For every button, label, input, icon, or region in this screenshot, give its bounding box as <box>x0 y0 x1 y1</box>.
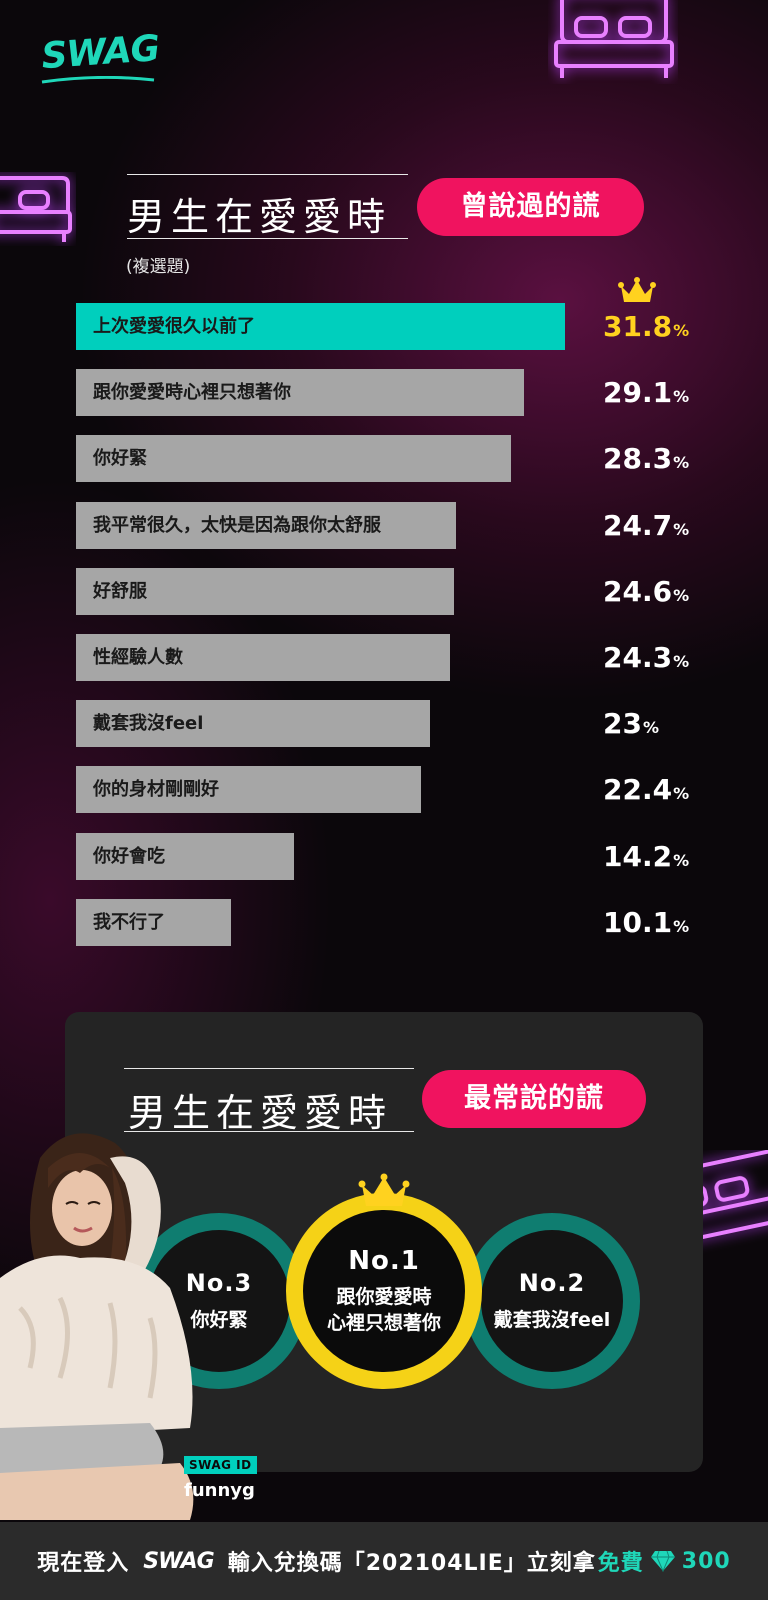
footer-amount: 300 <box>681 1548 731 1574</box>
bar-value-9: 10.1 <box>603 906 673 939</box>
bar-value-1: 29.1 <box>603 376 673 409</box>
bar-value-unit: % <box>673 520 690 539</box>
swag-id-name: funnyg <box>184 1480 255 1501</box>
bar-value-4: 24.6 <box>603 575 673 608</box>
section1-title: 男生在愛愛時 <box>127 195 392 239</box>
bar-value-8: 14.2 <box>603 840 673 873</box>
rank-2-text: 戴套我沒feel <box>493 1309 611 1331</box>
bar-value-unit: % <box>673 917 690 936</box>
rank-1-label: No.1 <box>348 1246 420 1276</box>
bar-9: 我不行了 <box>76 899 231 946</box>
bar-value-label-1: 29.1% <box>603 369 689 416</box>
footer-text-code: 輸入兌換碼「202104LIE」立刻拿 <box>227 1551 596 1576</box>
rank-2-circle: No.2 戴套我沒feel <box>464 1213 640 1389</box>
bar-value-7: 22.4 <box>603 773 673 806</box>
footer-text-login: 現在登入 <box>37 1551 130 1576</box>
multi-choice-note: (複選題) <box>126 257 191 277</box>
bar-5: 性經驗人數 <box>76 634 450 681</box>
rank-2-label: No.2 <box>518 1269 586 1297</box>
bar-4: 好舒服 <box>76 568 454 615</box>
title-bottom-rule <box>127 238 408 239</box>
footer-swag-logo: SWAG <box>143 1548 214 1574</box>
bar-value-unit: % <box>673 387 690 406</box>
bar-value-label-5: 24.3% <box>603 634 689 681</box>
bar-value-label-2: 28.3% <box>603 435 689 482</box>
bar-value-unit: % <box>673 851 690 870</box>
title-top-rule <box>127 174 408 175</box>
bar-value-unit: % <box>673 321 690 340</box>
rank-1-circle: No.1 跟你愛愛時 心裡只想著你 <box>286 1193 482 1389</box>
bar-value-unit: % <box>673 784 690 803</box>
diamond-icon <box>650 1550 675 1572</box>
bar-value-label-4: 24.6% <box>603 568 689 615</box>
footer-free: 免費 <box>597 1551 644 1576</box>
section1-pill: 曾說過的謊 <box>417 178 644 236</box>
bar-value-label-9: 10.1% <box>603 899 689 946</box>
crown-icon <box>358 1173 410 1206</box>
bar-value-label-7: 22.4% <box>603 766 689 813</box>
rank-1-text-line1: 跟你愛愛時 <box>336 1286 432 1308</box>
bar-value-label-6: 23% <box>603 700 659 747</box>
bar-2: 你好緊 <box>76 435 511 482</box>
bar-8: 你好會吃 <box>76 833 294 880</box>
crown-icon <box>618 277 656 302</box>
bar-value-3: 24.7 <box>603 509 673 542</box>
bar-value-2: 28.3 <box>603 442 673 475</box>
bar-7: 你的身材剛剛好 <box>76 766 421 813</box>
bar-value-0: 31.8 <box>603 310 673 343</box>
bar-value-5: 24.3 <box>603 641 673 674</box>
bar-value-label-3: 24.7% <box>603 502 689 549</box>
bar-value-unit: % <box>673 652 690 671</box>
swag-id-tag: SWAG ID <box>184 1456 257 1474</box>
title-top-rule <box>124 1068 414 1069</box>
bar-value-unit: % <box>642 718 659 737</box>
bar-value-6: 23 <box>603 707 642 740</box>
bar-0: 上次愛愛很久以前了 <box>76 303 565 350</box>
rank-1-text-line2: 心裡只想著你 <box>326 1312 441 1334</box>
bar-value-label-0: 31.8% <box>603 303 689 350</box>
promo-footer: 現在登入 SWAG 輸入兌換碼「202104LIE」立刻拿 免費 300 <box>0 1522 768 1600</box>
bar-6: 戴套我沒feel <box>76 700 430 747</box>
bar-1: 跟你愛愛時心裡只想著你 <box>76 369 524 416</box>
swag-logo: SWAG <box>40 28 161 78</box>
rank-1-text: 跟你愛愛時 心裡只想著你 <box>327 1284 441 1336</box>
bar-value-label-8: 14.2% <box>603 833 689 880</box>
bar-value-unit: % <box>673 453 690 472</box>
neon-bed-icon <box>554 0 674 78</box>
logo-underline-icon <box>41 76 155 84</box>
section2-pill: 最常說的謊 <box>422 1070 646 1128</box>
bar-value-unit: % <box>673 586 690 605</box>
neon-bed-icon <box>0 176 72 242</box>
bar-3: 我平常很久，太快是因為跟你太舒服 <box>76 502 456 549</box>
